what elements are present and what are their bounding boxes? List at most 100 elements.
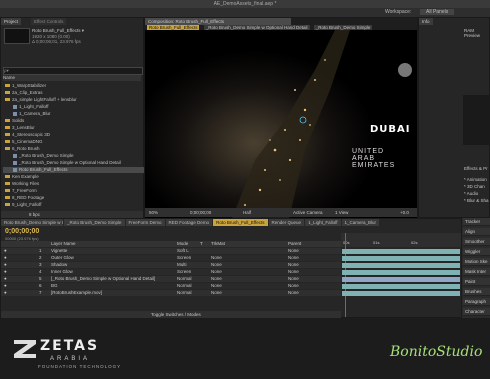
layer-mode[interactable]: Normal xyxy=(177,283,192,289)
col-parent[interactable]: Parent xyxy=(288,241,301,247)
panel-character[interactable]: Character xyxy=(463,308,490,316)
layer-duration-bar[interactable] xyxy=(342,291,460,296)
layer-parent[interactable]: None xyxy=(288,248,299,254)
layer-mode[interactable]: Soft L xyxy=(177,248,189,254)
project-item[interactable]: _Roto Brush_Demo Simple xyxy=(3,153,151,159)
panel-align[interactable]: Align xyxy=(463,228,490,236)
timeline-tab[interactable]: 1_Camera_Blur xyxy=(341,219,380,226)
layer-trkmat[interactable]: None xyxy=(211,269,222,275)
timeline-tab[interactable]: Roto Brush_Full_Effects xyxy=(213,219,268,226)
layer-mode[interactable]: Multi xyxy=(177,262,187,268)
panel-brushes[interactable]: Brushes xyxy=(463,288,490,296)
toggle-switches-modes[interactable]: Toggle Switches / Modes xyxy=(151,311,201,318)
timeline-layer-row[interactable]: ● 7 [RotoBrushExample.mov] Normal None None xyxy=(1,290,341,296)
effects-category[interactable]: * Animation xyxy=(464,176,489,183)
project-item[interactable]: 1_WarpStabilizer xyxy=(3,83,143,89)
layer-visibility-icon[interactable]: ● xyxy=(4,276,7,282)
panel-tracker[interactable]: Tracker xyxy=(463,218,490,226)
project-item[interactable]: Ken Example xyxy=(3,174,143,180)
project-item[interactable]: 2a_simple LightFalloff + lensblur xyxy=(3,97,143,103)
layer-visibility-icon[interactable]: ● xyxy=(4,283,7,289)
project-item[interactable]: 5_CinemaDNG xyxy=(3,139,143,145)
layer-name[interactable]: Outer Glow xyxy=(51,255,74,261)
project-item[interactable]: 4_Stereoscopic 3D xyxy=(3,132,143,138)
bpc-button[interactable]: 8 bpc xyxy=(29,212,40,217)
comp-timecode[interactable]: 0;00;00;00 xyxy=(190,208,211,217)
layer-mode[interactable]: Normal xyxy=(177,276,192,282)
timeline-layer-row[interactable]: ● 3 Shadow Multi None None xyxy=(1,262,341,268)
timeline-tab[interactable]: 1_Light_Falloff xyxy=(305,219,341,226)
col-t[interactable]: T xyxy=(200,241,203,247)
timeline-layer-row[interactable]: ● 4 Inner Glow Screen None None xyxy=(1,269,341,275)
effects-category[interactable]: * Audio xyxy=(464,190,489,197)
layer-visibility-icon[interactable]: ● xyxy=(4,255,7,261)
timeline-layer-row[interactable]: ● 1 Vignette Soft L None xyxy=(1,248,341,254)
workspace-select[interactable]: All Panels xyxy=(420,9,455,15)
layer-trkmat[interactable]: None xyxy=(211,283,222,289)
layer-visibility-icon[interactable]: ● xyxy=(4,290,7,296)
layer-trkmat[interactable]: None xyxy=(211,262,222,268)
layer-mode[interactable]: Screen xyxy=(177,269,191,275)
zoom-select[interactable]: 50% xyxy=(149,208,158,217)
effects-category[interactable]: * 3D Chan xyxy=(464,183,489,190)
camera-select[interactable]: Active Camera xyxy=(293,208,323,217)
project-item[interactable]: 3_LensBlur xyxy=(3,125,143,131)
panel-motion-ske[interactable]: Motion Ske xyxy=(463,258,490,266)
layer-trkmat[interactable]: None xyxy=(211,290,222,296)
layer-trkmat[interactable]: None xyxy=(211,276,222,282)
layer-name[interactable]: Inner Glow xyxy=(51,269,73,275)
timeline-tab[interactable]: Roto Brush_Demo Simple w Optional Hand D… xyxy=(1,219,63,226)
panel-paragraph[interactable]: Paragraph xyxy=(463,298,490,306)
layer-duration-bar[interactable] xyxy=(342,284,460,289)
layer-mode[interactable]: Screen xyxy=(177,255,191,261)
layer-name[interactable]: [_Roto Brush_Demo Simple w Optional Hand… xyxy=(51,276,155,282)
tab-effect-controls[interactable]: Effect Controls xyxy=(31,18,67,25)
project-item[interactable]: 2a_Clip_Extras xyxy=(3,90,143,96)
project-item[interactable]: Working Files xyxy=(3,181,143,187)
panel-mask-inter[interactable]: Mask Inter xyxy=(463,268,490,276)
timeline-tab[interactable]: Render Queue xyxy=(268,219,305,226)
project-item[interactable]: 1_Camera_Blur xyxy=(3,111,151,117)
project-item[interactable]: _Roto Brush_Demo Simple w Optional Hand … xyxy=(3,160,151,166)
project-item[interactable]: 8_RED Footage xyxy=(3,195,143,201)
layer-name[interactable]: [RotoBrushExample.mov] xyxy=(51,290,102,296)
timeline-layer-row[interactable]: ● 2 Outer Glow Screen None None xyxy=(1,255,341,261)
layer-parent[interactable]: None xyxy=(288,276,299,282)
panel-smoother[interactable]: Smoother xyxy=(463,238,490,246)
col-layer-name[interactable]: Layer Name xyxy=(51,241,76,247)
tab-effects[interactable]: Effects & Pr xyxy=(464,166,488,171)
layer-parent[interactable]: None xyxy=(288,262,299,268)
timeline-tab[interactable]: _Roto Brush_Demo Simple xyxy=(64,219,125,226)
project-item[interactable]: 1_Light_Falloff xyxy=(3,104,151,110)
panel-paint[interactable]: Paint xyxy=(463,278,490,286)
tab-project[interactable]: Project xyxy=(1,18,22,25)
tab-composition[interactable]: Composition: Roto Brush_Full_Effects xyxy=(145,18,291,25)
layer-parent[interactable]: None xyxy=(288,290,299,296)
panel-wiggler[interactable]: Wiggler xyxy=(463,248,490,256)
view-select[interactable]: 1 View xyxy=(335,208,348,217)
comp-viewer[interactable]: DUBAI UNITED ARAB EMIRATES xyxy=(145,30,417,236)
playhead[interactable] xyxy=(345,233,346,317)
timeline-layer-row[interactable]: ● 6 BG Normal None None xyxy=(1,283,341,289)
layer-duration-bar[interactable] xyxy=(342,277,460,282)
layer-visibility-icon[interactable]: ● xyxy=(4,269,7,275)
layer-visibility-icon[interactable]: ● xyxy=(4,248,7,254)
project-item[interactable]: 9_Light_Falloff xyxy=(3,202,143,208)
layer-trkmat[interactable]: None xyxy=(211,255,222,261)
timeline-tab[interactable]: FreeForm Demo xyxy=(125,219,165,226)
layer-name[interactable]: BG xyxy=(51,283,58,289)
exposure-value[interactable]: +0.0 xyxy=(400,208,409,217)
col-mode[interactable]: Mode xyxy=(177,241,188,247)
timeline-tab[interactable]: RED Footage Demo xyxy=(165,219,213,226)
col-trkmat[interactable]: TrkMat xyxy=(211,241,225,247)
layer-duration-bar[interactable] xyxy=(342,256,460,261)
time-ruler[interactable]: 00s 01s 02s xyxy=(341,233,461,247)
project-item[interactable]: Solids xyxy=(3,118,143,124)
project-item[interactable]: Roto Brush_Full_Effects xyxy=(3,167,151,173)
layer-parent[interactable]: None xyxy=(288,283,299,289)
project-item[interactable]: 6_Roto Brush xyxy=(3,146,143,152)
layer-duration-bar[interactable] xyxy=(342,263,460,268)
layer-name[interactable]: Shadow xyxy=(51,262,67,268)
column-header-name[interactable]: Name xyxy=(3,75,141,81)
timeline-timecode[interactable]: 0;00;00;00 xyxy=(5,228,39,235)
